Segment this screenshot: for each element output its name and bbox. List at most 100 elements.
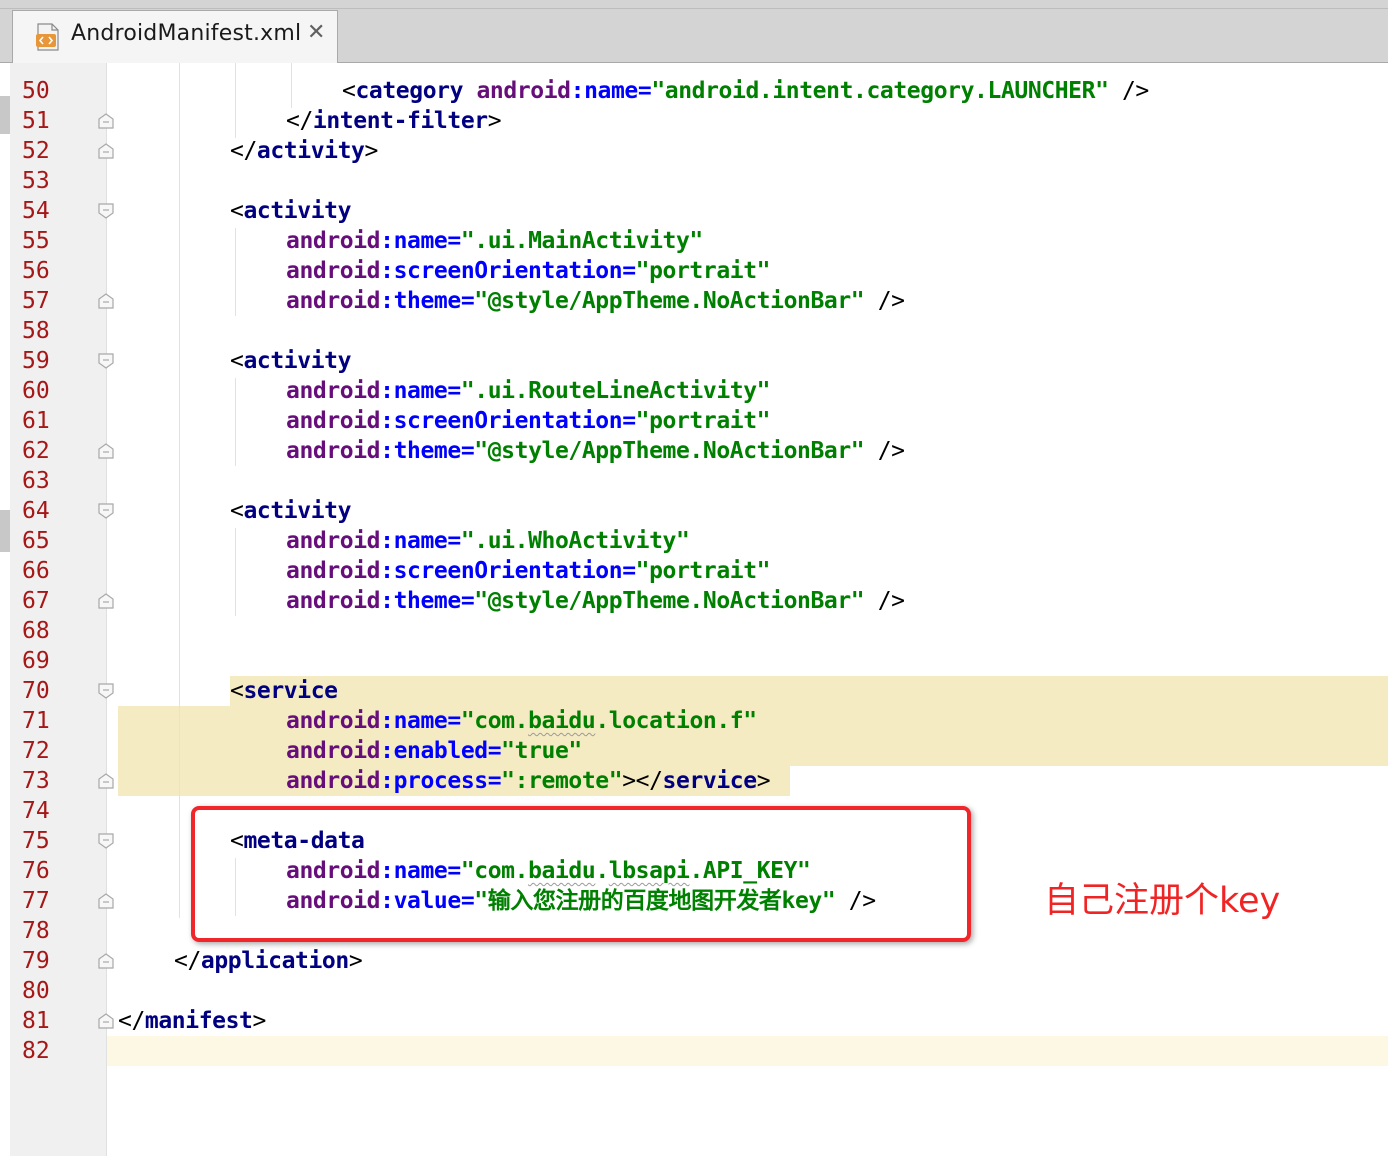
code-token: :name=: [380, 378, 461, 404]
indent-guide: [235, 63, 236, 138]
code-token: >: [364, 138, 378, 164]
annotation-highlight-box: [191, 806, 971, 942]
code-token: "true": [501, 738, 582, 764]
code-line: android:screenOrientation="portrait": [286, 556, 771, 586]
code-token: </: [118, 1008, 145, 1034]
code-token: :process=: [380, 768, 502, 794]
line-number: 51: [22, 108, 50, 134]
code-token: :name=: [570, 78, 652, 104]
code-line: android:name="com.baidu.location.f": [286, 706, 757, 736]
code-token: >: [487, 108, 502, 134]
code-token: android: [286, 558, 381, 584]
tab-android-manifest[interactable]: AndroidManifest.xml ✕: [12, 10, 338, 63]
indent-guide: [235, 528, 236, 616]
scroll-marker: [0, 510, 10, 552]
line-number: 78: [22, 918, 50, 944]
code-token: <: [342, 78, 356, 104]
code-token: "portrait": [635, 558, 771, 584]
line-number: 54: [22, 198, 50, 224]
line-number: 69: [22, 648, 50, 674]
code-line: <activity: [230, 196, 351, 226]
code-line: android:screenOrientation="portrait": [286, 406, 771, 436]
tab-bar-divider: [0, 8, 1388, 9]
code-token: android: [286, 288, 381, 314]
code-token: ".ui.RouteLineActivity": [460, 378, 771, 404]
code-token: <: [230, 198, 244, 224]
code-token: </: [286, 108, 313, 134]
code-token: android: [286, 408, 381, 434]
code-line: android:screenOrientation="portrait": [286, 256, 771, 286]
code-line: android:enabled="true": [286, 736, 582, 766]
code-token: ".ui.MainActivity": [460, 228, 703, 254]
editor-tab-bar: AndroidManifest.xml ✕: [0, 0, 1388, 63]
line-number: 53: [22, 168, 50, 194]
line-number: 63: [22, 468, 50, 494]
code-token: "@style/AppTheme.NoActionBar": [474, 588, 865, 614]
line-number: 76: [22, 858, 50, 884]
code-token: android: [286, 438, 381, 464]
line-number: 59: [22, 348, 50, 374]
code-token: />: [1108, 78, 1149, 104]
code-token: :name=: [380, 528, 461, 554]
code-line: <activity: [230, 496, 351, 526]
line-number: 80: [22, 978, 50, 1004]
code-token: "portrait": [635, 408, 771, 434]
line-number: 57: [22, 288, 50, 314]
code-token: android: [286, 228, 381, 254]
code-token: application: [200, 948, 349, 974]
code-line: android:name=".ui.MainActivity": [286, 226, 703, 256]
code-token: intent-filter: [312, 108, 488, 134]
code-token: :theme=: [380, 438, 475, 464]
code-token: :screenOrientation=: [380, 558, 636, 584]
code-token: />: [864, 588, 905, 614]
code-token: :name=: [380, 708, 461, 734]
code-token: android: [286, 378, 381, 404]
code-token: ".ui.WhoActivity": [460, 528, 690, 554]
code-line: </activity>: [230, 136, 378, 166]
code-line: android:theme="@style/AppTheme.NoActionB…: [286, 436, 905, 466]
code-line: <activity: [230, 346, 351, 376]
close-tab-icon[interactable]: ✕: [307, 20, 325, 45]
scroll-marker: [0, 96, 10, 134]
code-token: .location.f": [595, 708, 757, 734]
line-number: 77: [22, 888, 50, 914]
code-token: manifest: [144, 1008, 253, 1034]
caret-line-highlight: [107, 1036, 1388, 1066]
code-line: android:process=":remote"></service>: [286, 766, 771, 796]
line-number: 67: [22, 588, 50, 614]
code-token: :theme=: [380, 288, 475, 314]
indent-guide: [235, 228, 236, 316]
line-number: 73: [22, 768, 50, 794]
code-line: </application>: [174, 946, 363, 976]
code-token: "@style/AppTheme.NoActionBar": [474, 288, 865, 314]
code-token: ":remote": [501, 768, 623, 794]
code-token: >: [348, 948, 363, 974]
line-number: 74: [22, 798, 50, 824]
code-line: </manifest>: [118, 1006, 266, 1036]
line-number: 56: [22, 258, 50, 284]
code-line: <service: [230, 676, 338, 706]
code-line: android:theme="@style/AppTheme.NoActionB…: [286, 586, 905, 616]
code-token: </: [174, 948, 201, 974]
indent-guide: [291, 63, 292, 108]
code-token: baidu: [528, 708, 596, 734]
line-number: 62: [22, 438, 50, 464]
indent-guide: [235, 378, 236, 466]
annotation-text: 自己注册个key: [1044, 881, 1281, 921]
line-number: 68: [22, 618, 50, 644]
line-number: 79: [22, 948, 50, 974]
code-token: />: [864, 438, 905, 464]
code-token: android: [286, 738, 381, 764]
code-token: <: [230, 348, 244, 374]
code-token: >: [756, 768, 771, 794]
line-number: 61: [22, 408, 50, 434]
code-token: "portrait": [635, 258, 771, 284]
line-number: 81: [22, 1008, 50, 1034]
code-token: >: [252, 1008, 266, 1034]
code-token: ></: [622, 768, 663, 794]
code-token: service: [243, 678, 338, 704]
code-line: <category android:name="android.intent.c…: [342, 76, 1149, 106]
line-number: 55: [22, 228, 50, 254]
code-token: android: [286, 708, 381, 734]
